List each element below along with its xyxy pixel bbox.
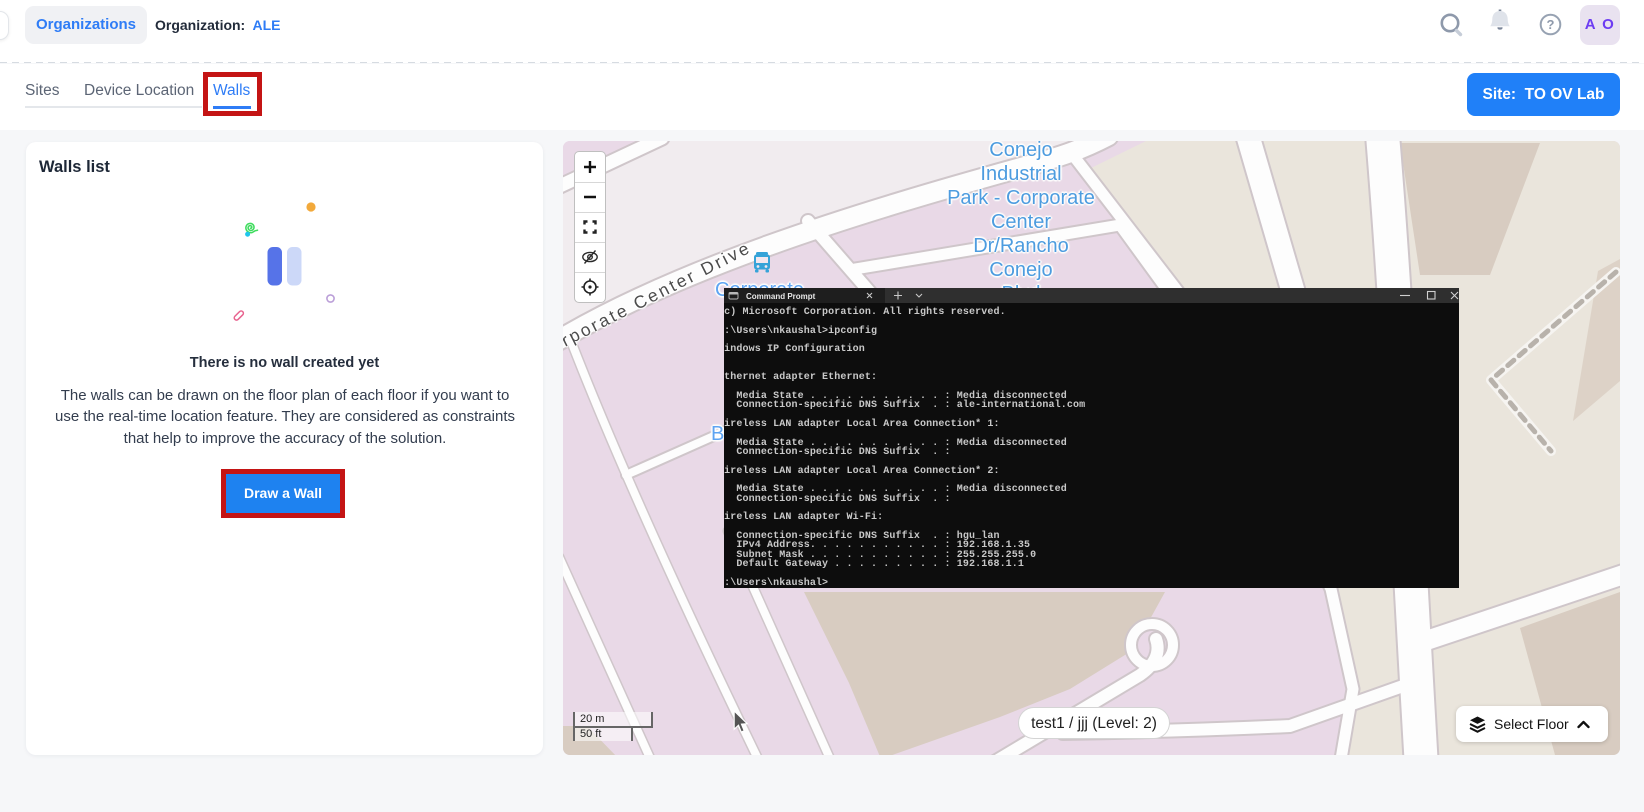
svg-text:?: ?	[1547, 17, 1555, 32]
